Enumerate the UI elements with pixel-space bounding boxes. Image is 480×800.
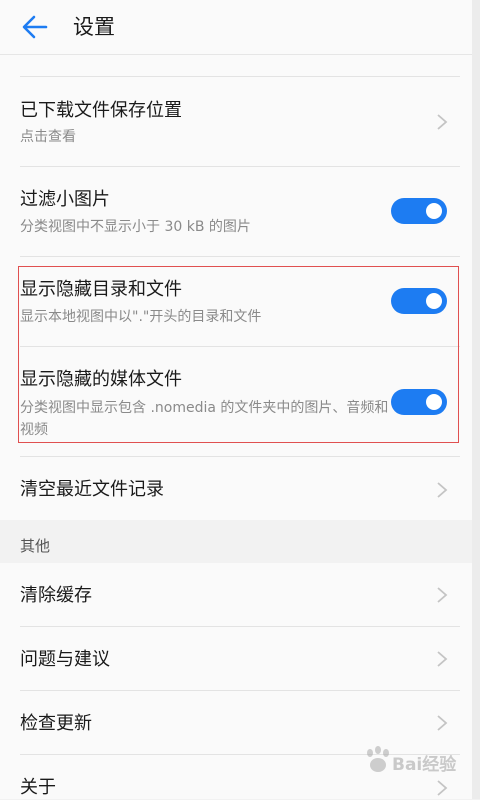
item-label: 清除缓存: [20, 585, 92, 606]
item-label: 检查更新: [20, 713, 92, 734]
item-label: 清空最近文件记录: [20, 479, 164, 500]
chevron-right-icon: [437, 114, 448, 130]
clear-cache-item[interactable]: 清除缓存: [0, 563, 472, 626]
highlight-box: [18, 266, 459, 443]
feedback-item[interactable]: 问题与建议: [0, 627, 472, 690]
item-label: 已下载文件保存位置: [20, 100, 182, 121]
paw-logo-icon: [367, 746, 389, 772]
download-location-item[interactable]: 已下载文件保存位置 点击查看: [0, 77, 472, 166]
back-arrow-icon[interactable]: [20, 13, 50, 41]
item-subtitle: 分类视图中不显示小于 30 kB 的图片: [20, 219, 251, 235]
chevron-right-icon: [437, 651, 448, 667]
scrollbar[interactable]: [472, 0, 480, 799]
filter-small-images-toggle[interactable]: [391, 198, 447, 224]
page-title: 设置: [73, 15, 115, 39]
item-label: 问题与建议: [20, 649, 110, 670]
item-subtitle: 点击查看: [20, 129, 76, 145]
item-label: 关于: [20, 777, 56, 798]
item-label: 过滤小图片: [20, 189, 110, 210]
toggle-knob: [426, 203, 442, 219]
watermark-text: Bai经验: [392, 755, 457, 775]
chevron-right-icon: [437, 587, 448, 603]
app-header: 设置: [0, 0, 472, 55]
filter-small-images-item: 过滤小图片 分类视图中不显示小于 30 kB 的图片: [0, 167, 472, 256]
chevron-right-icon: [437, 715, 448, 731]
watermark: Bai经验: [360, 745, 470, 785]
clear-recent-files-item[interactable]: 清空最近文件记录: [0, 457, 472, 520]
chevron-right-icon: [437, 482, 448, 498]
section-title-other: 其他: [20, 537, 51, 555]
